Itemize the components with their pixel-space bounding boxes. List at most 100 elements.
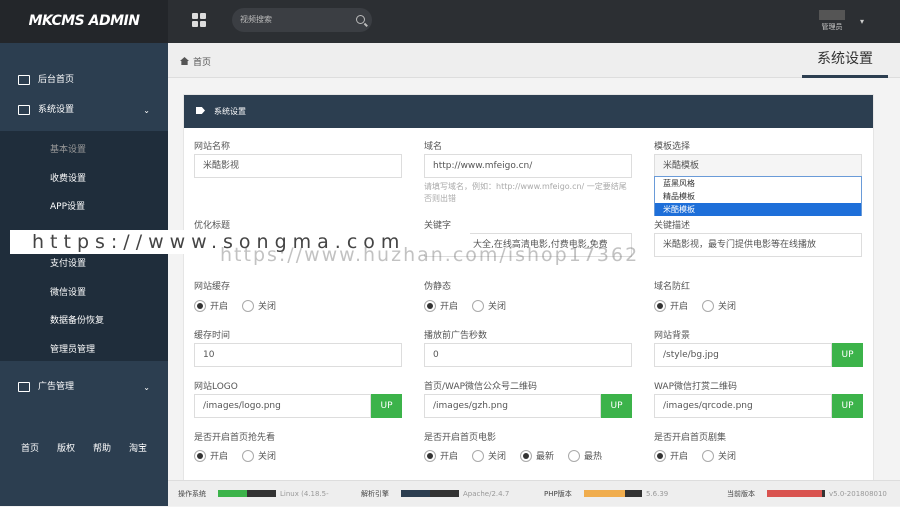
page-title: 系统设置 (802, 43, 888, 78)
status-progress (401, 490, 459, 497)
bg-input[interactable]: /style/bg.jpg (654, 343, 832, 367)
home-grab-label: 是否开启首页抢先看 (194, 433, 276, 443)
radio-on[interactable]: 开启 (424, 449, 458, 462)
home-grab-radio-group: 开启 关闭 (194, 449, 290, 462)
domain-label: 域名 (424, 142, 443, 152)
radio-label: 开启 (670, 452, 689, 462)
footer-link-home[interactable]: 首页 (21, 441, 39, 454)
qr-wap-label: WAP微信打赏二维码 (654, 382, 737, 392)
description-label: 关键描述 (654, 221, 691, 231)
radio-icon (654, 299, 666, 312)
home-drama-radio-group: 开启 关闭 (654, 449, 750, 462)
ad-seconds-label: 播放前广告秒数 (424, 331, 488, 341)
search-input[interactable]: 视频搜索 (232, 8, 372, 32)
app-logo[interactable]: MKCMS ADMIN (0, 0, 168, 43)
sidebar-subitem-basic[interactable]: 基本设置 (50, 142, 86, 155)
status-fill (218, 490, 247, 497)
radio-label: 关闭 (488, 452, 507, 462)
sidebar-subitem-fee[interactable]: 收费设置 (50, 171, 86, 184)
chevron-down-icon[interactable]: ▾ (860, 17, 864, 26)
sidebar-item-system[interactable]: 系统设置 ⌄ (0, 98, 168, 123)
tag-icon (196, 107, 205, 114)
sidebar-item-label: 系统设置 (38, 105, 75, 115)
radio-newest[interactable]: 最新 (520, 449, 554, 462)
sidebar-subitem-wechat[interactable]: 微信设置 (50, 285, 86, 298)
panel-title: 系统设置 (214, 107, 246, 116)
status-value: Linux (4.18.5- (280, 490, 329, 498)
radio-label: 开启 (210, 302, 229, 312)
bg-upload-button[interactable]: UP (832, 343, 863, 367)
sidebar-subitem-pay[interactable]: 支付设置 (50, 256, 86, 269)
template-select[interactable]: 米酷模板 (654, 154, 862, 178)
radio-on[interactable]: 开启 (654, 449, 688, 462)
radio-off[interactable]: 关闭 (702, 299, 736, 312)
radio-on[interactable]: 开启 (654, 299, 688, 312)
sidebar-subitem-backup[interactable]: 数据备份恢复 (50, 313, 104, 326)
radio-off[interactable]: 关闭 (702, 449, 736, 462)
grid-menu-icon[interactable] (192, 13, 206, 27)
watermark-overlay: https://www.huzhan.com/ishop17362 (220, 244, 640, 266)
radio-off[interactable]: 关闭 (472, 449, 506, 462)
search-icon[interactable] (356, 15, 365, 24)
radio-icon (472, 299, 485, 312)
radio-icon (568, 449, 581, 462)
cache-time-input[interactable]: 10 (194, 343, 402, 367)
logo-label: 网站LOGO (194, 382, 238, 392)
radio-off[interactable]: 关闭 (242, 299, 276, 312)
sidebar-subitem-admin[interactable]: 管理员管理 (50, 342, 95, 355)
template-option[interactable]: 精品模板 (655, 190, 861, 203)
radio-label: 开启 (670, 302, 689, 312)
radio-icon (654, 449, 666, 462)
qr-wechat-input[interactable]: /images/gzh.png (424, 394, 601, 418)
redirect-label: 域名防红 (654, 282, 691, 292)
radio-label: 最新 (536, 452, 555, 462)
radio-off[interactable]: 关闭 (472, 299, 506, 312)
radio-hot[interactable]: 最热 (568, 449, 602, 462)
status-bar: 操作系统 Linux (4.18.5- 解析引擎 Apache/2.4.7 PHP版… (168, 480, 900, 506)
sidebar-subitem-app[interactable]: APP设置 (50, 199, 85, 212)
radio-icon (194, 449, 206, 462)
search-placeholder: 视频搜索 (240, 15, 272, 24)
top-bar: MKCMS ADMIN 视频搜索 管理员 ▾ (0, 0, 900, 43)
logo-input[interactable]: /images/logo.png (194, 394, 371, 418)
radio-label: 关闭 (258, 302, 277, 312)
radio-label: 关闭 (258, 452, 277, 462)
settings-panel: 系统设置 (183, 94, 874, 484)
user-menu[interactable]: 管理员 (812, 10, 852, 32)
status-value: Apache/2.4.7 (463, 490, 510, 498)
sidebar-item-ads[interactable]: 广告管理 ⌄ (0, 375, 168, 400)
sidebar-item-home[interactable]: 后台首页 (0, 68, 168, 93)
site-name-input[interactable]: 米酷影视 (194, 154, 402, 178)
status-label: 解析引擎 (361, 490, 389, 498)
radio-icon (242, 299, 255, 312)
domain-input[interactable]: http://www.mfeigo.cn/ (424, 154, 632, 178)
radio-on[interactable]: 开启 (194, 299, 228, 312)
logo-upload-button[interactable]: UP (371, 394, 402, 418)
domain-hint: 请填写域名，例如：http://www.mfeigo.cn/ 一定要结尾否则出错 (424, 182, 627, 203)
breadcrumb-home[interactable]: 首页 (180, 55, 211, 68)
radio-icon (242, 449, 255, 462)
radio-on[interactable]: 开启 (194, 449, 228, 462)
radio-on[interactable]: 开启 (424, 299, 458, 312)
qr-wap-input[interactable]: /images/qrcode.png (654, 394, 832, 418)
site-name-label: 网站名称 (194, 142, 231, 152)
home-drama-label: 是否开启首页剧集 (654, 433, 727, 443)
sidebar: 后台首页 系统设置 ⌄ 基本设置 收费设置 APP设置 支付设置 微信设置 数据… (0, 43, 168, 506)
edit-icon (18, 105, 30, 115)
template-option[interactable]: 蓝黑风格 (655, 177, 861, 190)
redirect-radio-group: 开启 关闭 (654, 299, 750, 312)
footer-link-taobao[interactable]: 淘宝 (129, 441, 147, 454)
description-input[interactable]: 米酷影视，最专门提供电影等在线播放 (654, 233, 862, 257)
ad-seconds-input[interactable]: 0 (424, 343, 632, 367)
qr-wap-upload-button[interactable]: UP (832, 394, 863, 418)
radio-icon (520, 449, 533, 462)
radio-icon (702, 299, 715, 312)
qr-wechat-upload-button[interactable]: UP (601, 394, 632, 418)
footer-link-copyright[interactable]: 版权 (57, 441, 75, 454)
footer-link-help[interactable]: 帮助 (93, 441, 111, 454)
template-option-selected[interactable]: 米酷模板 (655, 203, 861, 216)
template-label: 模板选择 (654, 142, 691, 152)
radio-off[interactable]: 关闭 (242, 449, 276, 462)
status-php: PHP版本 5.6.39 (534, 481, 717, 506)
radio-label: 开启 (440, 452, 459, 462)
